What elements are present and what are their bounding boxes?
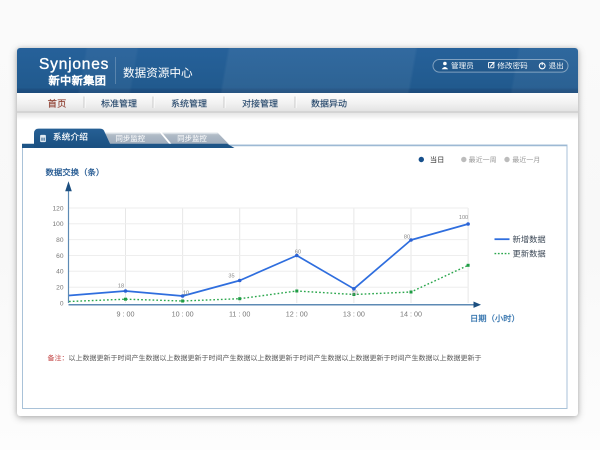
svg-text:20: 20 xyxy=(56,285,64,292)
svg-text:10: 10 xyxy=(183,291,189,297)
svg-text:12 : 00: 12 : 00 xyxy=(286,310,308,319)
svg-text:14 : 00: 14 : 00 xyxy=(400,310,422,319)
svg-text:60: 60 xyxy=(295,250,301,256)
svg-text:60: 60 xyxy=(56,253,64,260)
svg-text:40: 40 xyxy=(56,269,64,276)
svg-text:80: 80 xyxy=(404,235,410,241)
svg-text:11 : 00: 11 : 00 xyxy=(229,310,250,319)
svg-text:9 : 00: 9 : 00 xyxy=(117,310,135,319)
svg-text:100: 100 xyxy=(459,215,468,221)
svg-text:100: 100 xyxy=(52,221,63,228)
svg-text:18: 18 xyxy=(118,284,124,290)
svg-text:0: 0 xyxy=(60,300,64,307)
svg-text:10: 10 xyxy=(351,291,357,297)
svg-text:120: 120 xyxy=(52,205,63,212)
svg-text:Synjones: Synjones xyxy=(39,56,109,73)
svg-text:35: 35 xyxy=(228,274,234,280)
svg-text:80: 80 xyxy=(56,237,64,244)
svg-text:10 : 00: 10 : 00 xyxy=(172,310,194,319)
svg-text:13 : 00: 13 : 00 xyxy=(343,310,365,319)
